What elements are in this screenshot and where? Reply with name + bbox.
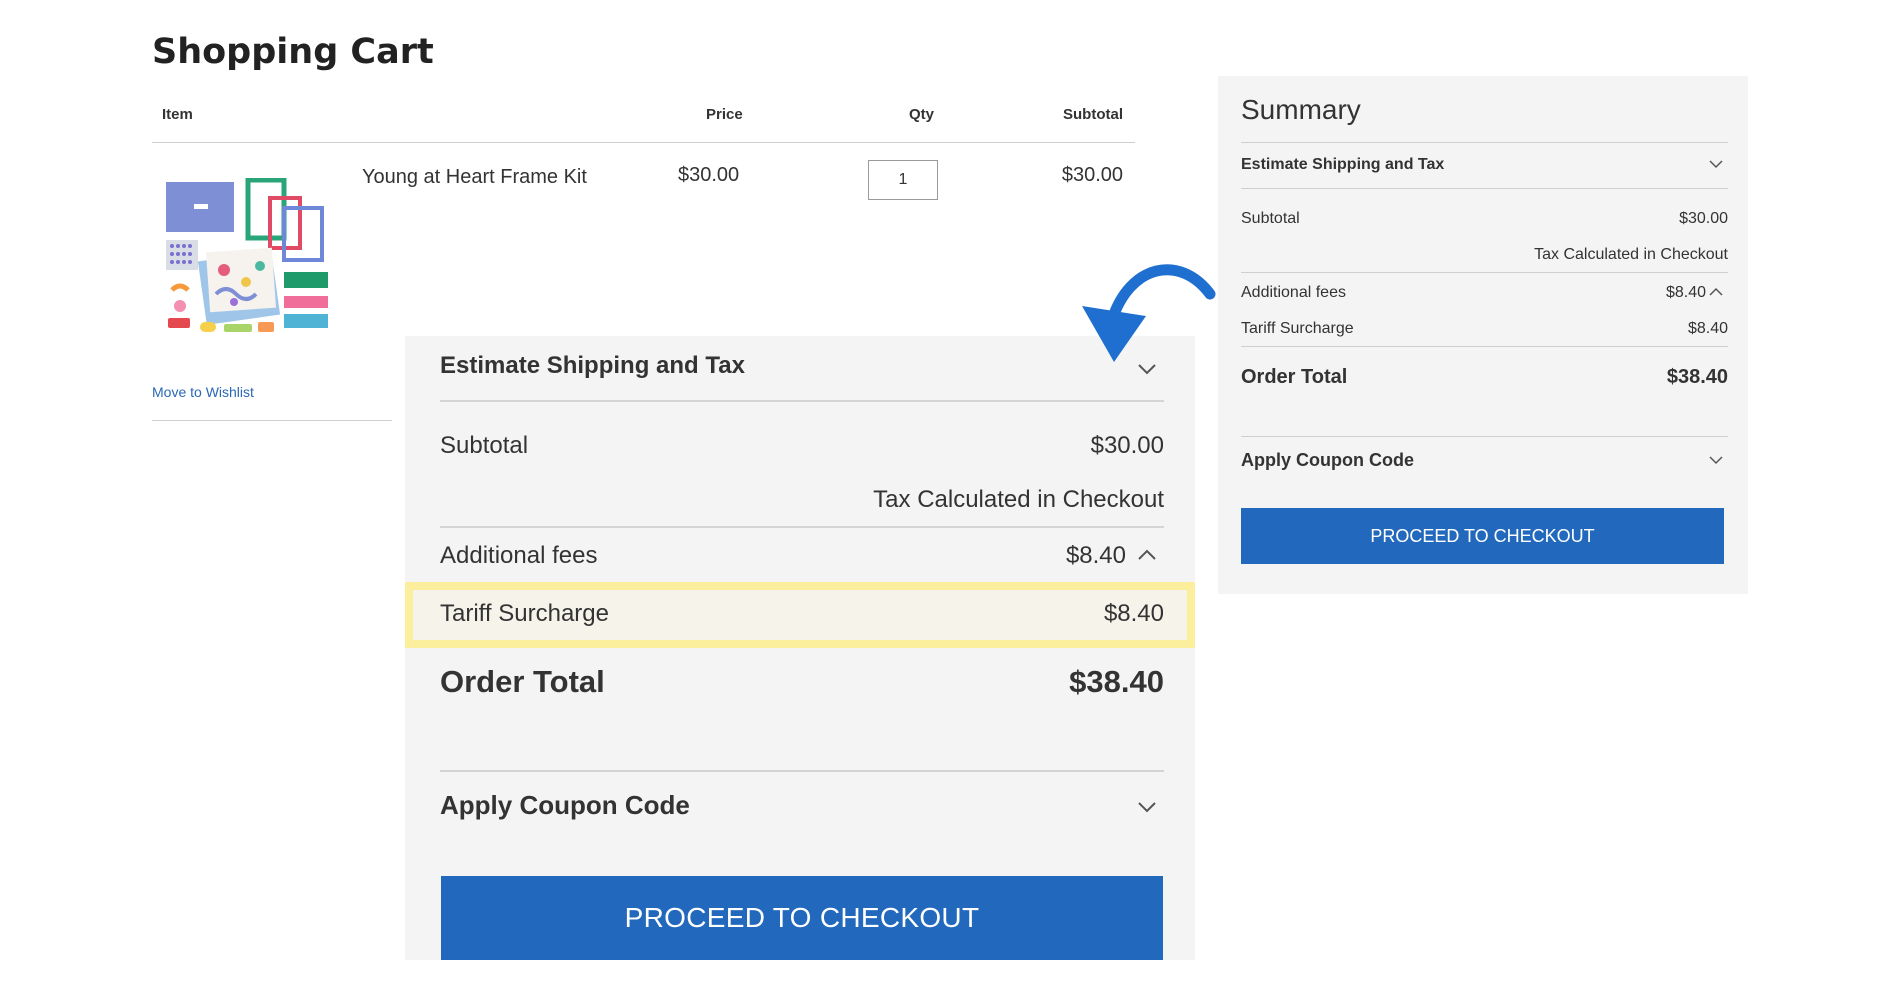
cart-table-header: Item Price Qty Subtotal [152, 98, 1135, 143]
curved-arrow-icon [1082, 264, 1216, 362]
subtotal-label: Subtotal [440, 432, 529, 459]
column-header-subtotal: Subtotal [1063, 106, 1123, 123]
summary-title: Summary [1241, 94, 1361, 125]
product-image[interactable] [164, 178, 334, 338]
subtotal-row: Subtotal $30.00 [1241, 210, 1728, 228]
summary-panel: Summary Estimate Shipping and Tax Subtot… [1218, 76, 1748, 594]
chevron-up-icon[interactable] [1136, 544, 1158, 566]
page-title: Shopping Cart [152, 32, 434, 72]
subtotal-label: Subtotal [1241, 210, 1300, 227]
subtotal-value: $30.00 [1090, 432, 1164, 459]
move-to-wishlist-link[interactable]: Move to Wishlist [152, 384, 254, 400]
apply-coupon-label: Apply Coupon Code [440, 790, 690, 820]
section-divider [1241, 436, 1728, 437]
product-price: $30.00 [678, 164, 740, 186]
column-header-price: Price [706, 106, 743, 123]
section-divider [440, 526, 1164, 528]
cart-table: Item Price Qty Subtotal [152, 98, 1135, 143]
additional-fees-toggle[interactable]: Additional fees $8.40 [440, 542, 1164, 570]
chevron-up-icon[interactable] [1708, 284, 1724, 300]
section-divider [1241, 346, 1728, 347]
section-divider [1241, 142, 1728, 143]
tariff-surcharge-row: Tariff Surcharge $8.40 [440, 600, 1164, 628]
additional-fees-label: Additional fees [440, 542, 598, 569]
item-divider [152, 420, 392, 421]
tariff-surcharge-label: Tariff Surcharge [1241, 320, 1354, 337]
subtotal-value: $30.00 [1679, 210, 1728, 227]
subtotal-row: Subtotal $30.00 [440, 432, 1164, 460]
additional-fees-value: $8.40 [1665, 284, 1706, 301]
apply-coupon-toggle[interactable]: Apply Coupon Code [440, 790, 1164, 821]
column-header-qty: Qty [909, 106, 935, 123]
proceed-to-checkout-button[interactable]: PROCEED TO CHECKOUT [1241, 508, 1724, 564]
product-name[interactable]: Young at Heart Frame Kit [362, 166, 587, 189]
additional-fees-toggle[interactable]: Additional fees $8.40 [1241, 284, 1728, 302]
tariff-surcharge-value: $8.40 [1103, 600, 1164, 627]
chevron-down-icon[interactable] [1136, 796, 1158, 818]
column-header-item: Item [162, 106, 193, 123]
section-divider [1241, 188, 1728, 189]
tax-note: Tax Calculated in Checkout [1534, 246, 1728, 263]
quantity-input[interactable] [868, 160, 938, 200]
product-subtotal: $30.00 [1061, 164, 1123, 186]
order-total-label: Order Total [1241, 366, 1348, 388]
section-divider [1241, 272, 1728, 273]
chevron-down-icon[interactable] [1708, 452, 1724, 468]
additional-fees-value: $8.40 [1065, 542, 1126, 569]
zoomed-summary-panel: Estimate Shipping and Tax Subtotal $30.0… [405, 336, 1195, 960]
tariff-surcharge-row: Tariff Surcharge $8.40 [1241, 320, 1728, 338]
apply-coupon-label: Apply Coupon Code [1241, 450, 1414, 470]
order-total-label: Order Total [440, 664, 605, 699]
estimate-shipping-label: Estimate Shipping and Tax [440, 352, 745, 379]
section-divider [440, 400, 1164, 402]
tax-note: Tax Calculated in Checkout [873, 486, 1164, 513]
tariff-surcharge-label: Tariff Surcharge [440, 600, 609, 627]
chevron-down-icon[interactable] [1708, 156, 1724, 172]
proceed-to-checkout-button[interactable]: PROCEED TO CHECKOUT [441, 876, 1163, 960]
order-total-row: Order Total $38.40 [440, 664, 1164, 700]
order-total-value: $38.40 [1666, 366, 1728, 388]
section-divider [440, 770, 1164, 772]
order-total-row: Order Total $38.40 [1241, 366, 1728, 389]
apply-coupon-toggle[interactable]: Apply Coupon Code [1241, 450, 1728, 471]
tariff-surcharge-value: $8.40 [1687, 320, 1728, 337]
estimate-shipping-toggle[interactable]: Estimate Shipping and Tax [1241, 156, 1728, 174]
additional-fees-label: Additional fees [1241, 284, 1346, 301]
estimate-shipping-label: Estimate Shipping and Tax [1241, 156, 1445, 173]
order-total-value: $38.40 [1069, 664, 1164, 699]
estimate-shipping-toggle[interactable]: Estimate Shipping and Tax [440, 352, 1164, 380]
